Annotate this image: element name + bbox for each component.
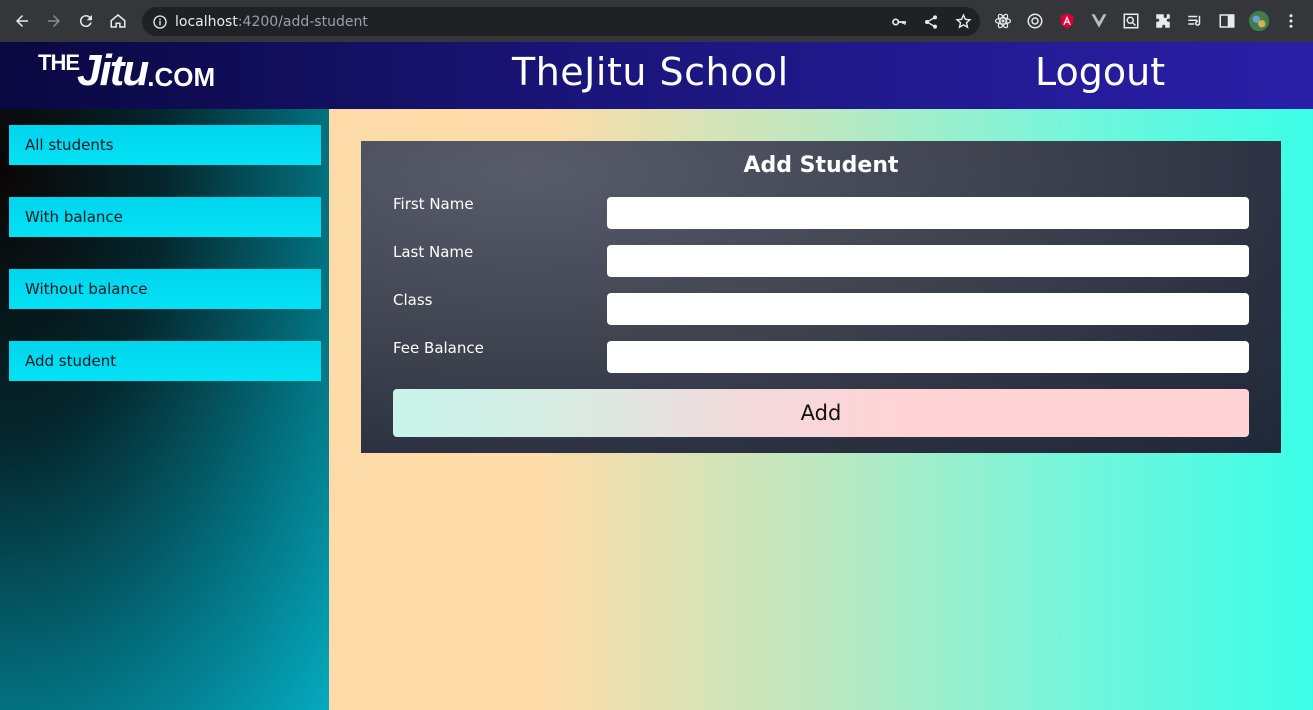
reading-list-icon[interactable] bbox=[1184, 10, 1206, 32]
logout-button[interactable]: Logout bbox=[1035, 50, 1165, 94]
home-icon[interactable] bbox=[102, 5, 134, 37]
profile-avatar-icon[interactable] bbox=[1248, 10, 1270, 32]
back-arrow-icon[interactable] bbox=[6, 5, 38, 37]
key-icon[interactable] bbox=[890, 13, 908, 31]
class-input[interactable] bbox=[607, 293, 1249, 325]
page-title: TheJitu School bbox=[512, 50, 789, 94]
vue-extension-icon[interactable] bbox=[1088, 10, 1110, 32]
first-name-label: First Name bbox=[393, 195, 474, 213]
address-bar[interactable]: localhost:4200/add-student bbox=[142, 7, 980, 36]
share-icon[interactable] bbox=[922, 13, 940, 31]
sidebar-item-with-balance[interactable]: With balance bbox=[9, 197, 321, 237]
extensions-puzzle-icon[interactable] bbox=[1152, 10, 1174, 32]
logo-com: .COM bbox=[147, 62, 216, 92]
sidebar-item-all-students[interactable]: All students bbox=[9, 125, 321, 165]
reload-icon[interactable] bbox=[70, 5, 102, 37]
logo-jitu: Jitu bbox=[77, 46, 149, 95]
last-name-label: Last Name bbox=[393, 243, 474, 261]
add-button[interactable]: Add bbox=[393, 389, 1249, 437]
main-content: Add Student First Name Last Name Class F… bbox=[329, 109, 1313, 710]
target-extension-icon[interactable] bbox=[1024, 10, 1046, 32]
form-title: Add Student bbox=[743, 153, 899, 178]
inspect-extension-icon[interactable] bbox=[1120, 10, 1142, 32]
menu-kebab-icon[interactable] bbox=[1280, 10, 1302, 32]
sidebar-item-without-balance[interactable]: Without balance bbox=[9, 269, 321, 309]
app-header: THE Jitu .COM TheJitu School Logout bbox=[0, 42, 1313, 109]
side-panel-icon[interactable] bbox=[1216, 10, 1238, 32]
sidebar: All students With balance Without balanc… bbox=[0, 109, 329, 710]
angular-extension-icon[interactable] bbox=[1056, 10, 1078, 32]
logo-the: THE bbox=[38, 50, 80, 75]
url-host: localhost bbox=[175, 13, 238, 30]
class-label: Class bbox=[393, 291, 433, 309]
url-text: localhost:4200/add-student bbox=[175, 14, 368, 30]
add-student-form: Add Student First Name Last Name Class F… bbox=[361, 141, 1281, 453]
url-path: :4200/add-student bbox=[237, 13, 368, 30]
sidebar-item-add-student[interactable]: Add student bbox=[9, 341, 321, 381]
last-name-input[interactable] bbox=[607, 245, 1249, 277]
browser-toolbar: localhost:4200/add-student bbox=[0, 0, 1313, 42]
info-icon[interactable] bbox=[152, 14, 168, 30]
first-name-input[interactable] bbox=[607, 197, 1249, 229]
react-extension-icon[interactable] bbox=[992, 10, 1014, 32]
forward-arrow-icon[interactable] bbox=[38, 5, 70, 37]
fee-balance-label: Fee Balance bbox=[393, 339, 484, 357]
fee-balance-input[interactable] bbox=[607, 341, 1249, 373]
thejitu-logo[interactable]: THE Jitu .COM bbox=[38, 46, 215, 96]
bookmark-star-icon[interactable] bbox=[954, 13, 972, 31]
